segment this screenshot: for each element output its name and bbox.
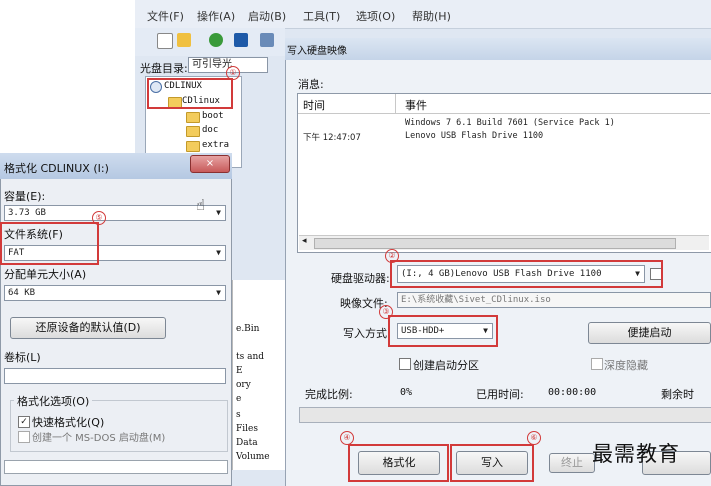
- alloc-label: 分配单元大小(A): [4, 268, 87, 281]
- highlight-format-button: [348, 444, 449, 482]
- progress-label: 完成比例:: [305, 388, 353, 401]
- divider: [395, 94, 396, 113]
- folder-icon: [186, 112, 200, 123]
- col-event: 事件: [405, 99, 427, 112]
- file-item[interactable]: Files: [236, 424, 258, 434]
- highlight-method: [388, 315, 498, 347]
- messages-label: 消息:: [298, 78, 324, 91]
- watermark-text: 最需教育: [592, 442, 680, 466]
- quick-format-label: 快速格式化(Q): [32, 416, 105, 429]
- msdos-checkbox[interactable]: [18, 431, 30, 443]
- tree-boot[interactable]: boot: [202, 111, 224, 121]
- marker-6: ⑥: [527, 431, 541, 445]
- divider: [298, 113, 710, 114]
- volume-label: 卷标(L): [4, 351, 41, 364]
- create-partition-label: 创建启动分区: [413, 359, 479, 372]
- log-event: Lenovo USB Flash Drive 1100: [405, 131, 544, 141]
- highlight-filesystem: [0, 222, 99, 265]
- save-icon[interactable]: [234, 33, 248, 47]
- menu-bar: 文件(F) 操作(A) 启动(B) 工具(T) 选项(O) 帮助(H): [135, 0, 711, 29]
- chevron-down-icon: ▼: [216, 208, 221, 217]
- format-dialog-title: 格式化 CDLINUX (I:): [4, 162, 109, 175]
- open-folder-icon[interactable]: [177, 33, 191, 47]
- volume-input[interactable]: [4, 368, 226, 384]
- menu-help[interactable]: 帮助(H): [412, 8, 451, 24]
- write-dialog-title: 写入硬盘映像: [287, 46, 347, 57]
- msdos-label: 创建一个 MS-DOS 启动盘(M): [32, 433, 166, 444]
- menu-options[interactable]: 选项(O): [356, 8, 395, 24]
- hand-cursor-icon: ☝: [196, 196, 206, 214]
- highlight-tree: [147, 78, 233, 109]
- log-time: 下午 12:47:07: [303, 133, 361, 143]
- highlight-drive: [390, 260, 663, 288]
- properties-icon[interactable]: [260, 33, 274, 47]
- progress-value: 0%: [400, 387, 413, 398]
- file-item[interactable]: e: [236, 394, 241, 404]
- method-label: 写入方式:: [343, 327, 391, 340]
- tree-doc[interactable]: doc: [202, 125, 218, 135]
- message-log: [297, 93, 711, 253]
- file-item[interactable]: ory: [236, 380, 251, 390]
- file-item[interactable]: Data: [236, 438, 258, 448]
- write-dialog-titlebar: [285, 38, 711, 60]
- restore-defaults-button[interactable]: 还原设备的默认值(D): [10, 317, 166, 339]
- disc-dir-label: 光盘目录:: [140, 62, 188, 75]
- marker-1: ①: [226, 66, 240, 80]
- file-item[interactable]: E: [236, 366, 243, 376]
- capacity-value: 3.73 GB: [8, 208, 46, 218]
- capacity-label: 容量(E):: [4, 190, 46, 203]
- highlight-write-button: [450, 444, 534, 482]
- chevron-down-icon: ▼: [216, 248, 221, 257]
- marker-3: ③: [379, 305, 393, 319]
- marker-4: ④: [340, 431, 354, 445]
- elapsed-label: 已用时间:: [476, 388, 524, 401]
- format-progress-bar: [4, 460, 228, 474]
- disc-dir-value: 可引导光: [192, 59, 232, 70]
- image-value: E:\系统收藏\Sivet_CDlinux.iso: [401, 295, 551, 305]
- quick-boot-button[interactable]: 便捷启动: [588, 322, 711, 344]
- chevron-down-icon: ▼: [216, 288, 221, 297]
- folder-icon: [186, 126, 200, 137]
- elapsed-value: 00:00:00: [548, 387, 597, 398]
- file-item[interactable]: Volume: [236, 452, 270, 462]
- image-file-field[interactable]: E:\系统收藏\Sivet_CDlinux.iso: [397, 292, 711, 308]
- menu-boot[interactable]: 启动(B): [248, 8, 286, 24]
- folder-icon: [186, 141, 200, 152]
- file-item[interactable]: e.Bin: [236, 324, 259, 334]
- hide-checkbox[interactable]: [591, 358, 603, 370]
- menu-action[interactable]: 操作(A): [197, 8, 235, 24]
- quick-format-checkbox[interactable]: ✓: [18, 416, 30, 428]
- marker-2: ②: [385, 249, 399, 263]
- alloc-select[interactable]: 64 KB ▼: [4, 285, 226, 301]
- remaining-label: 剩余时: [661, 388, 694, 401]
- extract-icon[interactable]: [209, 33, 223, 47]
- close-icon[interactable]: ×: [190, 155, 230, 173]
- progress-bar: [299, 407, 711, 423]
- tree-extra[interactable]: extra: [202, 140, 229, 150]
- stop-button[interactable]: 终止: [549, 453, 595, 473]
- create-partition-checkbox[interactable]: [399, 358, 411, 370]
- file-item[interactable]: ts and: [236, 352, 264, 362]
- hide-label: 深度隐藏: [604, 359, 648, 372]
- new-file-icon[interactable]: [157, 33, 173, 49]
- col-time: 时间: [303, 99, 325, 112]
- log-event: Windows 7 6.1 Build 7601 (Service Pack 1…: [405, 118, 615, 128]
- menu-file[interactable]: 文件(F): [147, 8, 184, 24]
- menu-tools[interactable]: 工具(T): [303, 8, 340, 24]
- options-label: 格式化选项(O): [14, 393, 93, 409]
- alloc-value: 64 KB: [8, 288, 36, 298]
- background-area: [0, 0, 135, 155]
- drive-label: 硬盘驱动器:: [331, 272, 390, 285]
- capacity-select[interactable]: 3.73 GB ▼: [4, 205, 226, 221]
- marker-5: ⑤: [92, 211, 106, 225]
- file-item[interactable]: s: [236, 410, 241, 420]
- scroll-thumb[interactable]: [314, 238, 676, 249]
- scroll-left-icon[interactable]: ◂: [302, 236, 307, 246]
